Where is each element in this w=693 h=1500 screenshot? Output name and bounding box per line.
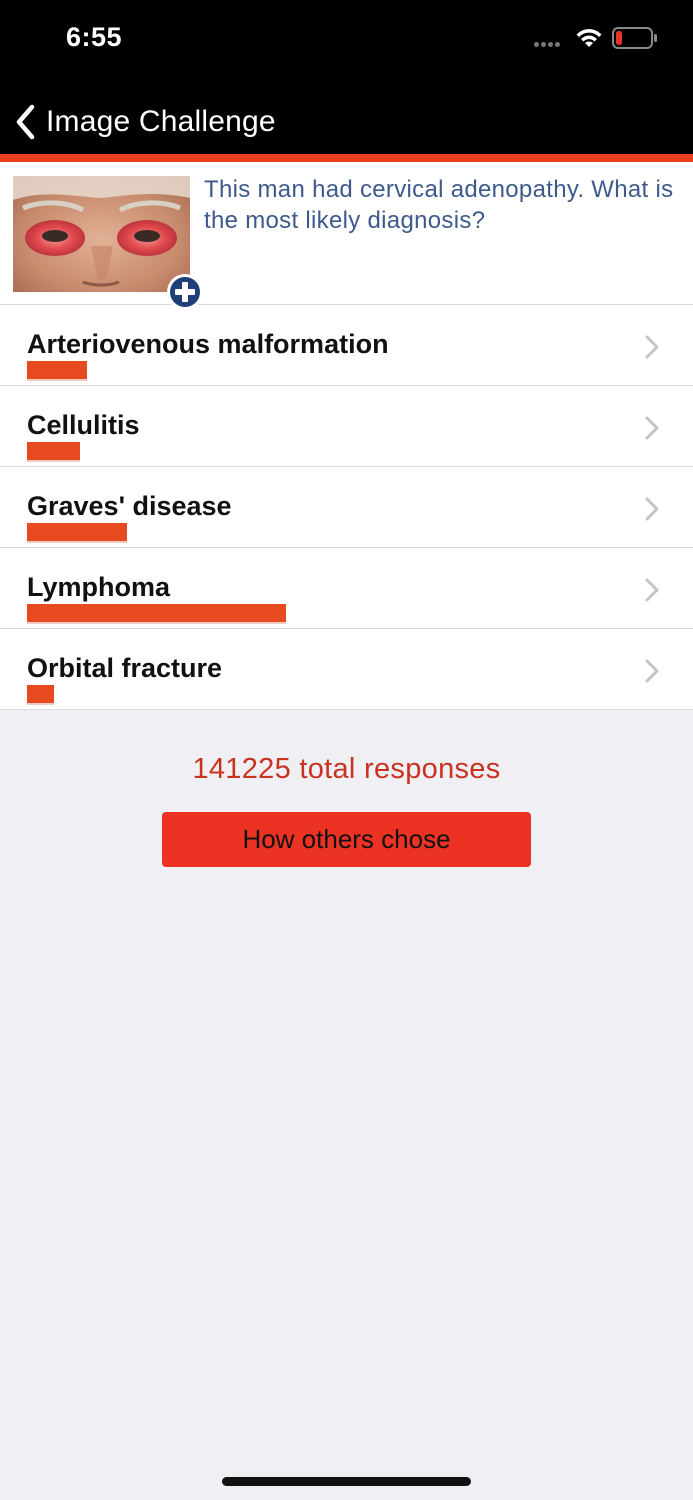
patient-face-image	[13, 176, 190, 292]
chevron-right-icon	[645, 659, 659, 683]
home-indicator[interactable]	[222, 1477, 471, 1486]
chevron-right-icon	[645, 416, 659, 440]
results-footer: 141225 total responses How others chose	[0, 711, 693, 867]
answer-label: Arteriovenous malformation	[27, 329, 389, 359]
answer-option[interactable]: Arteriovenous malformation	[0, 305, 693, 386]
answer-response-bar	[27, 442, 80, 460]
question-row: This man had cervical adenopathy. What i…	[0, 162, 693, 310]
total-responses: 141225 total responses	[192, 753, 501, 785]
answer-label: Lymphoma	[27, 572, 171, 602]
chevron-left-icon	[16, 104, 35, 140]
answer-option[interactable]: Orbital fracture	[0, 629, 693, 710]
question-image[interactable]	[13, 176, 203, 310]
back-button-label: Image Challenge	[46, 105, 276, 138]
navigation-bar: Image Challenge	[0, 90, 693, 154]
challenge-content: This man had cervical adenopathy. What i…	[0, 162, 693, 710]
answer-list: Arteriovenous malformation Cellulitis Gr…	[0, 305, 693, 710]
answer-label: Cellulitis	[27, 410, 140, 440]
answer-label: Graves' disease	[27, 491, 232, 521]
answer-option[interactable]: Cellulitis	[0, 386, 693, 467]
status-bar: 6:55	[0, 0, 693, 90]
chevron-right-icon	[645, 335, 659, 359]
how-others-chose-button[interactable]: How others chose	[162, 812, 531, 867]
answer-label: Orbital fracture	[27, 653, 223, 683]
answer-response-bar	[27, 361, 87, 379]
answer-option[interactable]: Lymphoma	[0, 548, 693, 629]
status-time: 6:55	[66, 22, 123, 52]
answer-option[interactable]: Graves' disease	[0, 467, 693, 548]
chevron-right-icon	[645, 578, 659, 602]
chevron-right-icon	[645, 497, 659, 521]
answer-response-bar	[27, 523, 127, 541]
answer-response-bar	[27, 685, 54, 703]
battery-icon	[612, 27, 657, 49]
back-button[interactable]: Image Challenge	[12, 100, 276, 144]
accent-divider	[0, 154, 693, 162]
cellular-signal-icon	[534, 42, 560, 47]
question-text: This man had cervical adenopathy. What i…	[204, 176, 674, 234]
answer-response-bar	[27, 604, 286, 622]
wifi-icon	[576, 29, 602, 47]
